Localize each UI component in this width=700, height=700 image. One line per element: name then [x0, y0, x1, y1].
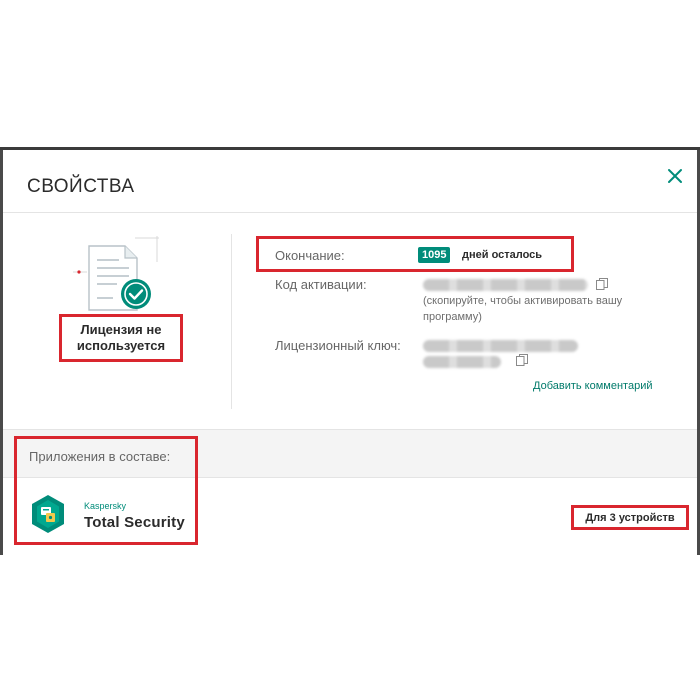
close-icon[interactable] [663, 164, 687, 188]
add-comment-link[interactable]: Добавить комментарий [533, 380, 652, 392]
properties-dialog: СВОЙСТВА Лицензия не используется Оконча… [3, 150, 697, 555]
copy-icon[interactable] [515, 353, 529, 367]
activation-code-value[interactable] [423, 279, 588, 291]
app-brand: Kaspersky [84, 501, 127, 511]
license-key-value-line2[interactable] [423, 356, 501, 368]
license-document-icon [69, 232, 169, 322]
expiry-label: Окончание: [275, 248, 345, 263]
license-status: Лицензия не используется [59, 314, 183, 362]
devices-count: Для 3 устройств [571, 505, 689, 530]
days-left-badge: 1095 [418, 247, 451, 263]
days-left-text: дней осталось [462, 249, 543, 261]
app-name: Total Security [84, 514, 185, 531]
header-divider [3, 212, 697, 213]
license-key-label: Лицензионный ключ: [275, 338, 401, 353]
copy-icon[interactable] [595, 277, 609, 291]
activation-code-label: Код активации: [275, 277, 367, 292]
dialog-title: СВОЙСТВА [27, 176, 135, 197]
vertical-divider [231, 234, 232, 409]
kaspersky-shield-icon [30, 494, 66, 534]
license-key-value-line1[interactable] [423, 340, 578, 352]
activation-hint: (скопируйте, чтобы активировать вашу про… [423, 295, 623, 323]
